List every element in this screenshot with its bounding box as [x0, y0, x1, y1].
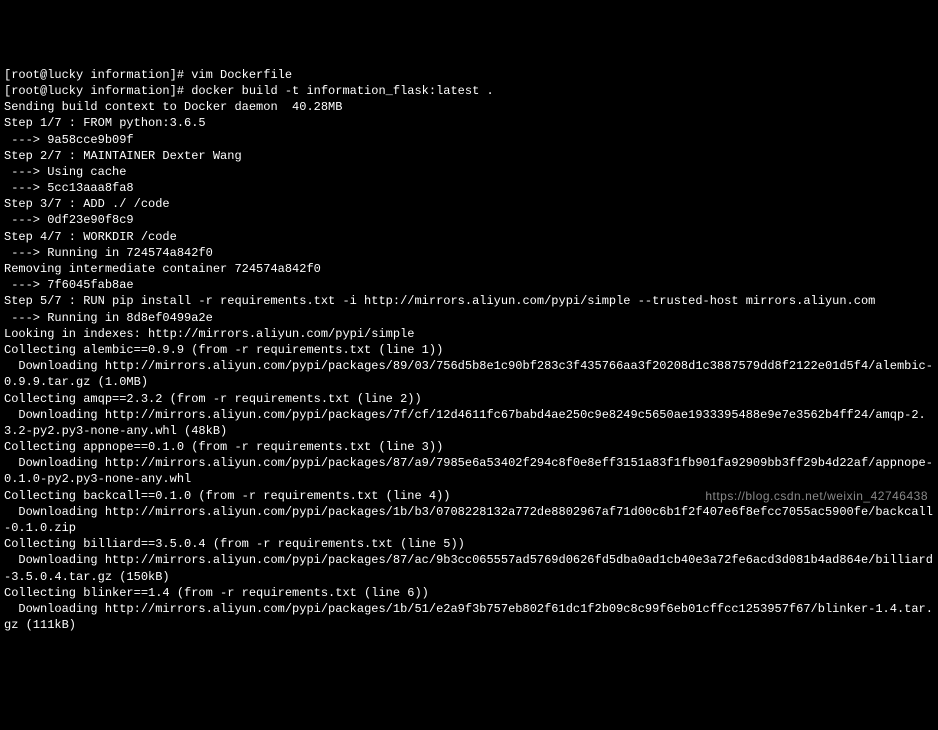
terminal-line: Downloading http://mirrors.aliyun.com/py… [4, 552, 934, 584]
terminal-line: Step 5/7 : RUN pip install -r requiremen… [4, 293, 934, 309]
terminal-line: Collecting billiard==3.5.0.4 (from -r re… [4, 536, 934, 552]
terminal-line: ---> 0df23e90f8c9 [4, 212, 934, 228]
terminal-line: Step 2/7 : MAINTAINER Dexter Wang [4, 148, 934, 164]
terminal-line: Removing intermediate container 724574a8… [4, 261, 934, 277]
terminal-line: Downloading http://mirrors.aliyun.com/py… [4, 455, 934, 487]
terminal-line: [root@lucky information]# docker build -… [4, 83, 934, 99]
terminal-line: Looking in indexes: http://mirrors.aliyu… [4, 326, 934, 342]
terminal-line: Collecting blinker==1.4 (from -r require… [4, 585, 934, 601]
terminal-line: [root@lucky information]# vim Dockerfile [4, 67, 934, 83]
terminal-output: [root@lucky information]# vim Dockerfile… [4, 67, 934, 634]
terminal-line: Sending build context to Docker daemon 4… [4, 99, 934, 115]
terminal-line: Downloading http://mirrors.aliyun.com/py… [4, 407, 934, 439]
terminal-line: ---> 7f6045fab8ae [4, 277, 934, 293]
terminal-line: ---> 9a58cce9b09f [4, 132, 934, 148]
terminal-line: ---> 5cc13aaa8fa8 [4, 180, 934, 196]
terminal-line: ---> Using cache [4, 164, 934, 180]
terminal-line: Downloading http://mirrors.aliyun.com/py… [4, 601, 934, 633]
terminal-line: Step 3/7 : ADD ./ /code [4, 196, 934, 212]
watermark-text: https://blog.csdn.net/weixin_42746438 [705, 488, 928, 504]
terminal-line: Downloading http://mirrors.aliyun.com/py… [4, 504, 934, 536]
terminal-line: Step 4/7 : WORKDIR /code [4, 229, 934, 245]
terminal-line: Collecting amqp==2.3.2 (from -r requirem… [4, 391, 934, 407]
terminal-line: ---> Running in 724574a842f0 [4, 245, 934, 261]
terminal-line: Collecting alembic==0.9.9 (from -r requi… [4, 342, 934, 358]
terminal-line: ---> Running in 8d8ef0499a2e [4, 310, 934, 326]
terminal-line: Step 1/7 : FROM python:3.6.5 [4, 115, 934, 131]
terminal-line: Collecting appnope==0.1.0 (from -r requi… [4, 439, 934, 455]
terminal-line: Downloading http://mirrors.aliyun.com/py… [4, 358, 934, 390]
